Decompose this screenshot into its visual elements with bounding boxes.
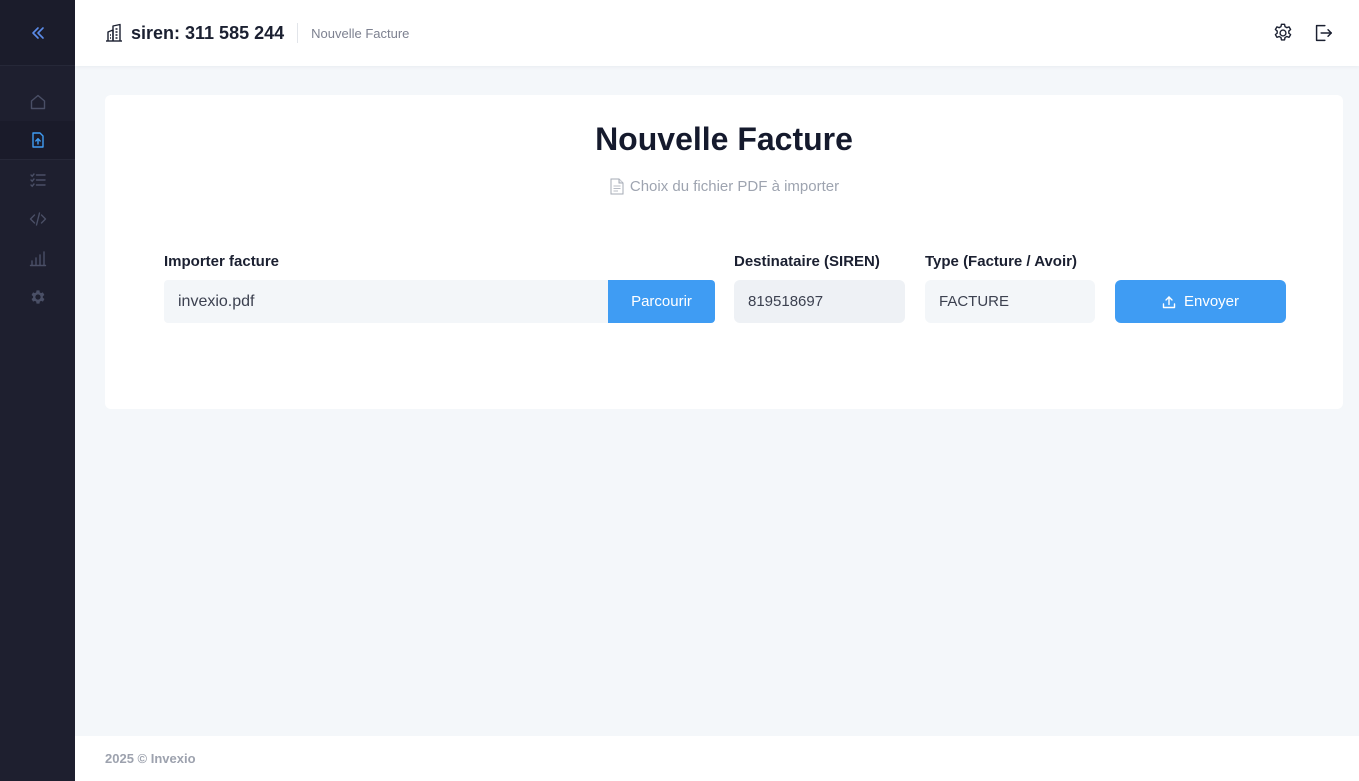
send-button[interactable]: Envoyer	[1115, 280, 1286, 323]
header-left: siren: 311 585 244 Nouvelle Facture	[75, 23, 409, 44]
import-label: Importer facture	[164, 253, 280, 270]
upload-icon	[1162, 295, 1176, 308]
gear-icon	[31, 289, 44, 304]
file-name-display[interactable]: invexio.pdf	[164, 280, 608, 323]
type-input[interactable]: FACTURE	[925, 280, 1095, 323]
recipient-label: Destinataire (SIREN)	[734, 253, 880, 270]
sidebar-item-settings[interactable]	[0, 277, 75, 316]
breadcrumb: Nouvelle Facture	[311, 25, 410, 41]
card-subtitle: Choix du fichier PDF à importer	[105, 178, 1343, 195]
document-icon	[610, 178, 624, 195]
new-invoice-card: Nouvelle Facture Choix du fichier PDF à …	[105, 95, 1343, 409]
file-import-field[interactable]: invexio.pdf Parcourir	[164, 280, 715, 323]
header-actions	[1271, 21, 1359, 45]
logout-button[interactable]	[1311, 21, 1335, 45]
sidebar-nav	[0, 66, 75, 316]
bar-chart-icon	[29, 250, 46, 266]
logout-icon	[1315, 24, 1332, 42]
sidebar-item-list[interactable]	[0, 160, 75, 199]
type-label: Type (Facture / Avoir)	[925, 253, 1077, 270]
sidebar	[0, 0, 75, 781]
footer-copyright: 2025 © Invexio	[105, 751, 196, 766]
page-title: siren: 311 585 244	[131, 22, 285, 43]
card-subtitle-text: Choix du fichier PDF à importer	[629, 178, 840, 195]
sidebar-item-stats[interactable]	[0, 238, 75, 277]
recipient-siren-input[interactable]: 819518697	[734, 280, 905, 323]
sidebar-collapse-button[interactable]	[0, 0, 75, 66]
card-title: Nouvelle Facture	[595, 121, 853, 157]
sidebar-item-upload[interactable]	[0, 121, 75, 160]
list-check-icon	[29, 172, 46, 187]
top-header: siren: 311 585 244 Nouvelle Facture	[75, 0, 1359, 66]
settings-button[interactable]	[1271, 21, 1295, 45]
code-icon	[29, 211, 46, 226]
file-upload-icon	[31, 132, 44, 148]
footer: 2025 © Invexio	[75, 736, 1359, 781]
building-icon	[106, 23, 122, 42]
browse-button[interactable]: Parcourir	[608, 280, 715, 323]
home-icon	[30, 94, 45, 109]
send-button-label: Envoyer	[1183, 293, 1240, 310]
sidebar-item-home[interactable]	[0, 82, 75, 121]
gear-outline-icon	[1274, 23, 1292, 41]
sidebar-item-code[interactable]	[0, 199, 75, 238]
double-chevron-left-icon	[31, 26, 44, 39]
header-divider	[297, 23, 299, 43]
